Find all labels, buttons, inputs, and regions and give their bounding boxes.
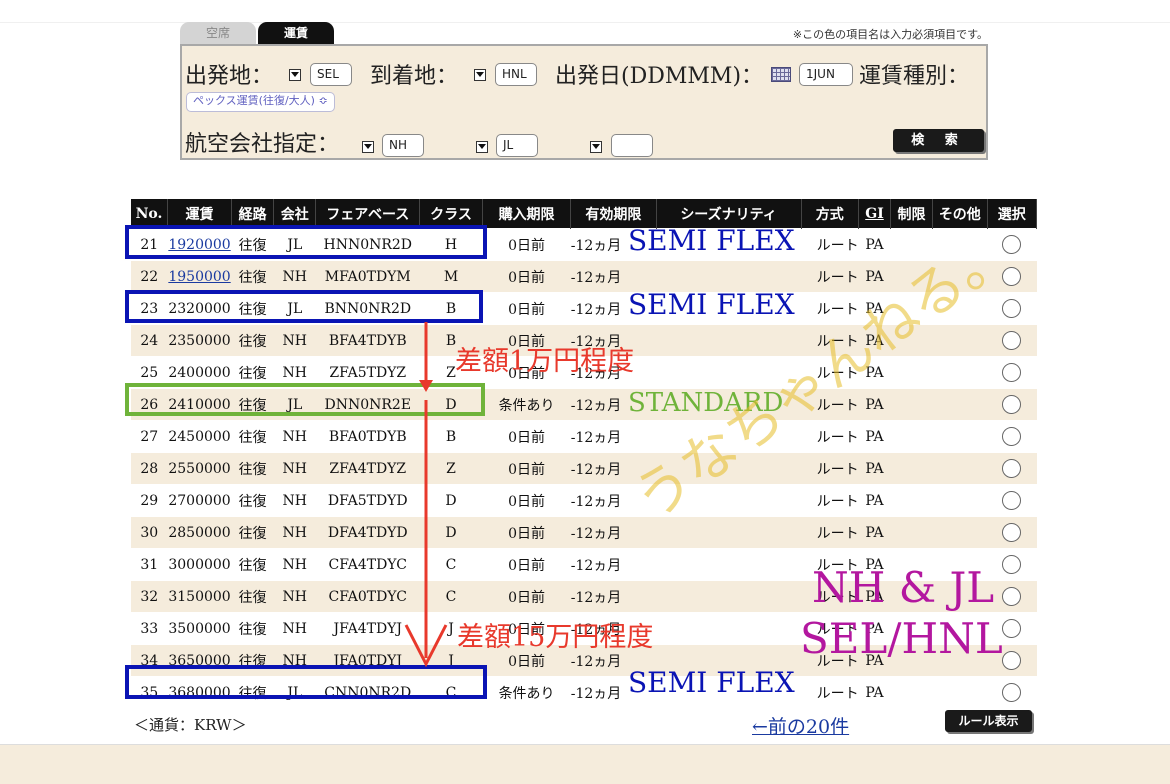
- arrow-head-1: [419, 380, 433, 392]
- difference-10k-label: 差額1万円程度: [455, 346, 635, 377]
- difference-150k-label: 差額15万円程度: [457, 622, 654, 653]
- airlines-annotation: NH & JL: [812, 563, 995, 612]
- difference-arrows: [404, 322, 448, 668]
- route-annotation: SEL/HNL: [800, 614, 1003, 663]
